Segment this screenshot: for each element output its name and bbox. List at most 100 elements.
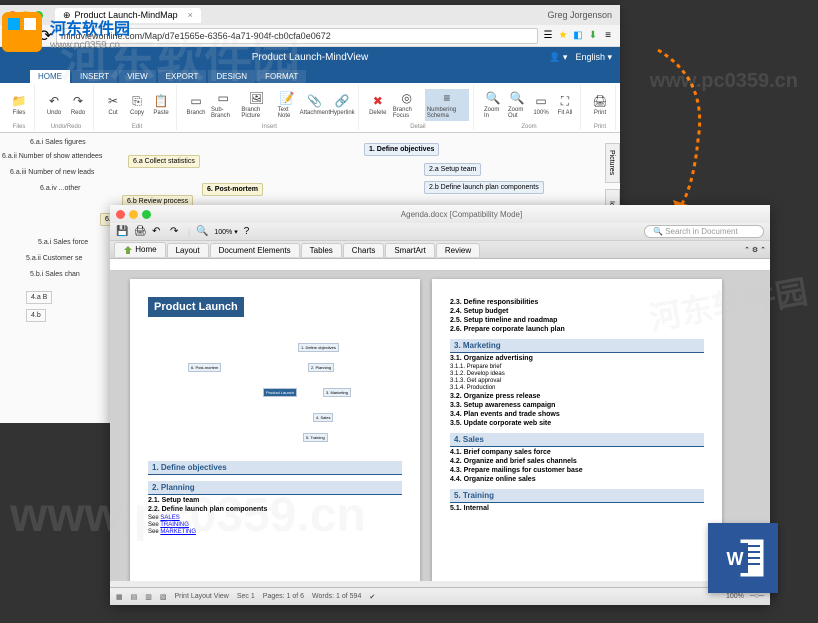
tab-design[interactable]: DESIGN <box>208 70 255 83</box>
group-label: Print <box>594 124 606 130</box>
branch-button[interactable]: ▭Branch <box>185 92 207 118</box>
link[interactable]: SALES <box>160 515 179 521</box>
mindmap-node[interactable]: 2.a Setup team <box>424 163 481 176</box>
menu-icon[interactable]: ≡ <box>602 30 614 42</box>
zoom-value[interactable]: 100% ▾ <box>214 228 237 236</box>
tab-charts[interactable]: Charts <box>343 243 385 257</box>
branchfocus-button[interactable]: ◎Branch Focus <box>391 89 423 121</box>
sidetab-pictures[interactable]: Pictures <box>605 143 620 183</box>
app-title: Product Launch-MindView <box>252 52 369 63</box>
link[interactable]: MARKETING <box>160 529 196 535</box>
status-pages: Pages: 1 of 6 <box>263 593 304 600</box>
branchpic-button[interactable]: 🖼Branch Picture <box>239 89 273 121</box>
print-icon[interactable]: 🖨 <box>134 226 146 238</box>
doc-line: See MARKETING <box>148 529 402 535</box>
paste-button[interactable]: 📋Paste <box>150 92 172 118</box>
extension-icon[interactable]: ☰ <box>542 30 554 42</box>
zoom100-button[interactable]: ▭100% <box>530 92 552 118</box>
chrome-user[interactable]: Greg Jorgenson <box>547 10 612 20</box>
view-icon[interactable]: ▤ <box>131 593 138 601</box>
search-input[interactable]: 🔍 Search in Document <box>644 225 764 238</box>
ruler[interactable] <box>110 259 770 271</box>
zoomout-button[interactable]: 🔍Zoom Out <box>506 89 528 121</box>
subbranch-button[interactable]: ▭Sub-Branch <box>209 89 237 121</box>
tab-view[interactable]: VIEW <box>119 70 155 83</box>
tab-insert[interactable]: INSERT <box>72 70 117 83</box>
svg-text:www.pc0359.cn: www.pc0359.cn <box>49 40 120 51</box>
outline-item[interactable]: 6.a.ii Number of show attendees <box>2 153 102 160</box>
mindmap-node[interactable]: 6. Post-mortem <box>202 183 263 196</box>
maximize-icon[interactable] <box>142 210 151 219</box>
redo-button[interactable]: ↷Redo <box>67 92 89 118</box>
undo-icon[interactable]: ↶ <box>152 226 164 238</box>
view-icon[interactable]: ▧ <box>160 593 167 601</box>
tab-tables[interactable]: Tables <box>301 243 342 257</box>
undo-button[interactable]: ↶Undo <box>43 92 65 118</box>
menu-tabs: HOME INSERT VIEW EXPORT DESIGN FORMAT <box>0 67 620 83</box>
doc-line: 2.4. Setup budget <box>450 308 704 315</box>
outline-item[interactable]: 5.a.i Sales force <box>38 239 88 246</box>
mindmap-node[interactable]: 2.b Define launch plan components <box>424 181 544 194</box>
tab-home[interactable]: Home <box>114 242 166 257</box>
section-header: 1. Define objectives <box>148 461 402 475</box>
close-icon[interactable] <box>116 210 125 219</box>
outline-item[interactable]: 4.a B <box>26 291 52 304</box>
zoom-icon[interactable]: 🔍 <box>196 226 208 238</box>
zoomin-button[interactable]: 🔍Zoom In <box>482 89 504 121</box>
numbering-button[interactable]: ≡Numbering Schema <box>425 89 469 121</box>
cut-button[interactable]: ✂Cut <box>102 92 124 118</box>
outline-item[interactable]: 5.a.ii Customer se <box>26 255 82 262</box>
textnote-button[interactable]: 📝Text Note <box>276 89 300 121</box>
link[interactable]: TRAINING <box>160 522 189 528</box>
document-area[interactable]: Product Launch Product Launch 1. Define … <box>110 271 770 581</box>
print-button[interactable]: 🖨Print <box>589 92 611 118</box>
close-tab-icon[interactable]: × <box>188 10 193 20</box>
group-label: Detail <box>410 124 425 130</box>
copy-button[interactable]: ⎘Copy <box>126 92 148 118</box>
tab-doc-elements[interactable]: Document Elements <box>210 243 300 257</box>
mindmap-node[interactable]: 1. Define objectives <box>364 143 439 156</box>
outline-item[interactable]: 5.b.i Sales chan <box>30 271 80 278</box>
outline-item[interactable]: 6.a.iv ...other <box>40 185 80 192</box>
bookmark-icon[interactable]: ★ <box>557 30 569 42</box>
doc-line: See SALES <box>148 515 402 521</box>
fitall-button[interactable]: ⛶Fit All <box>554 92 576 118</box>
hyperlink-button[interactable]: 🔗Hyperlink <box>331 92 354 118</box>
mindmap-node[interactable]: 6.a Collect statistics <box>128 155 200 168</box>
zoom-slider[interactable]: ─○─ <box>750 593 764 600</box>
help-icon[interactable]: ? <box>244 226 256 238</box>
user-menu[interactable]: 👤 ▾ <box>549 52 567 63</box>
ribbon-toggle[interactable]: ⌃ ⚙ ⌃ <box>744 246 766 254</box>
files-button[interactable]: 📁Files <box>8 92 30 118</box>
group-label: Insert <box>262 124 277 130</box>
tab-layout[interactable]: Layout <box>167 243 209 257</box>
delete-button[interactable]: ✖Delete <box>367 92 389 118</box>
tab-format[interactable]: FORMAT <box>257 70 306 83</box>
extension-icon[interactable]: ⬇ <box>587 30 599 42</box>
attachment-button[interactable]: 📎Attachment <box>301 92 328 118</box>
spellcheck-icon[interactable]: ✔ <box>369 593 375 601</box>
zoom-value[interactable]: 100% <box>726 593 744 600</box>
outline-item[interactable]: 6.a.i Sales figures <box>30 139 86 146</box>
group-label: Zoom <box>521 124 536 130</box>
section-header: 5. Training <box>450 489 704 503</box>
doc-line: 3.2. Organize press release <box>450 393 704 400</box>
tab-review[interactable]: Review <box>436 243 480 257</box>
extension-icon[interactable]: ◧ <box>572 30 584 42</box>
outline-item[interactable]: 6.a.iii Number of new leads <box>10 169 94 176</box>
outline-item[interactable]: 4.b <box>26 309 46 322</box>
save-icon[interactable]: 💾 <box>116 226 128 238</box>
view-icon[interactable]: ▦ <box>116 593 123 601</box>
group-label: Undo/Redo <box>51 124 81 130</box>
redo-icon[interactable]: ↷ <box>170 226 182 238</box>
group-label: Edit <box>132 124 142 130</box>
svg-text:W: W <box>727 549 744 569</box>
view-icon[interactable]: ▥ <box>145 593 152 601</box>
tab-export[interactable]: EXPORT <box>158 70 207 83</box>
language-menu[interactable]: English ▾ <box>575 52 612 63</box>
status-words: Words: 1 of 594 <box>312 593 361 600</box>
tab-home[interactable]: HOME <box>30 70 70 83</box>
status-sec: Sec 1 <box>237 593 255 600</box>
minimize-icon[interactable] <box>129 210 138 219</box>
tab-smartart[interactable]: SmartArt <box>385 243 435 257</box>
